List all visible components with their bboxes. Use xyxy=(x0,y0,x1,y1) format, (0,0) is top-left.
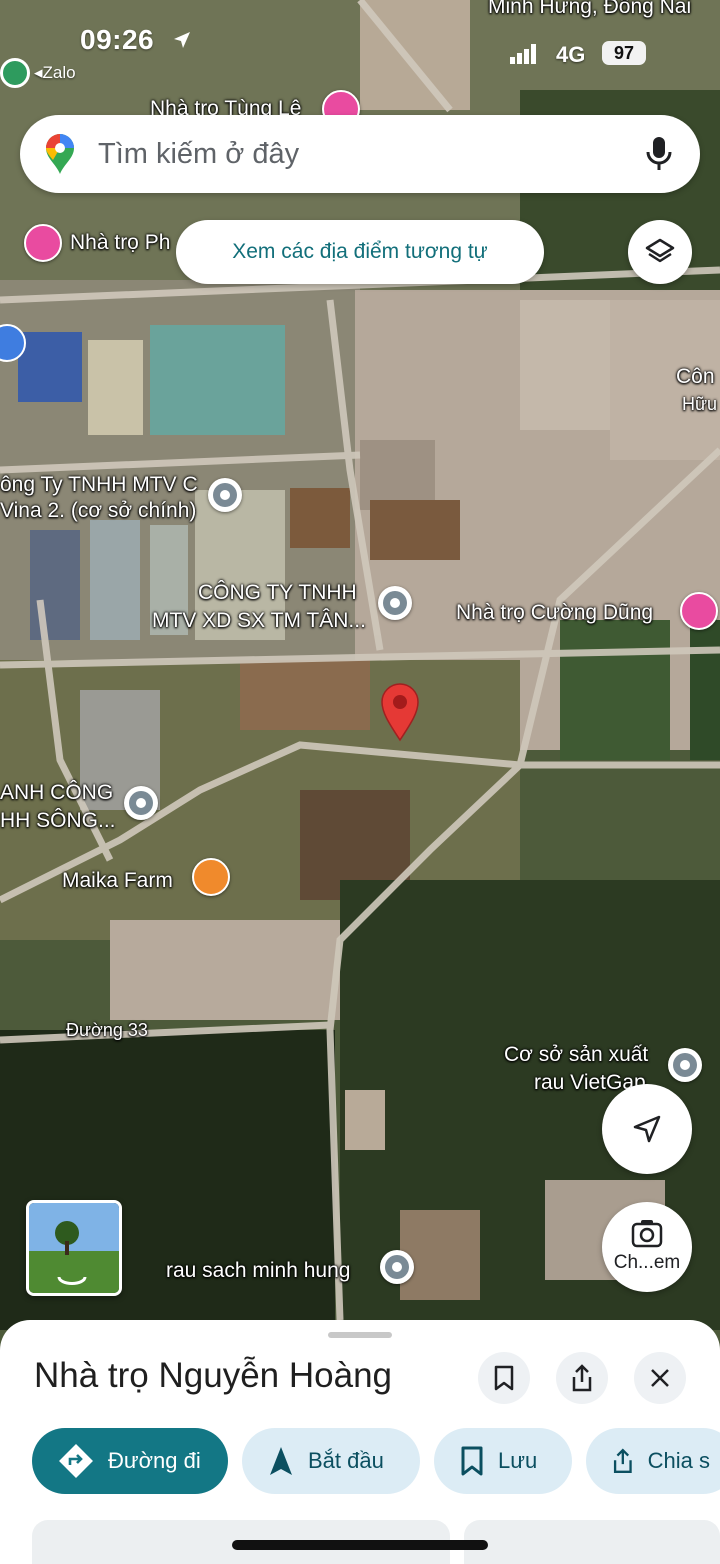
share-label: Chia s xyxy=(647,1448,710,1473)
directions-icon xyxy=(59,1444,93,1478)
back-app-label: Zalo xyxy=(42,63,76,82)
map-label-company-tan-line2[interactable]: MTV XD SX TM TÂN... xyxy=(152,608,366,633)
save-button[interactable]: Lưu xyxy=(434,1428,572,1494)
place-bottom-sheet[interactable]: Nhà trọ Nguyễn Hoàng Đường đi Bắt đầu Lư… xyxy=(0,1320,720,1564)
similar-places-chip[interactable]: Xem các địa điểm tương tự xyxy=(176,220,544,284)
lens-button-label: Ch...em xyxy=(613,1252,681,1273)
map-label-company-tan-line1[interactable]: CÔNG TY TNHH xyxy=(198,580,357,605)
place-pin-icon[interactable] xyxy=(380,1250,414,1284)
my-location-button[interactable] xyxy=(602,1084,692,1174)
map-label-road-33: Đường 33 xyxy=(66,1020,148,1040)
share-button[interactable] xyxy=(556,1352,608,1404)
signal-icon xyxy=(510,44,536,64)
bookmark-icon xyxy=(494,1365,514,1391)
map-label-region: Minh Hưng, Đồng Nai xyxy=(488,0,692,18)
map-label-maika-farm[interactable]: Maika Farm xyxy=(62,868,173,893)
directions-label: Đường đi xyxy=(108,1448,201,1473)
company-pin-icon[interactable] xyxy=(124,786,158,820)
close-button[interactable] xyxy=(634,1352,686,1404)
location-arrow-icon xyxy=(174,32,190,48)
layers-button[interactable] xyxy=(628,220,692,284)
status-time: 09:26 xyxy=(80,24,155,55)
back-to-app[interactable]: ◂ Zalo xyxy=(0,58,76,88)
action-row: Đường đi Bắt đầu Lưu Chia s xyxy=(32,1428,720,1494)
sheet-drag-handle[interactable] xyxy=(328,1332,392,1338)
app-back-icon xyxy=(0,58,30,88)
map-label-anh-cong-line1[interactable]: ANH CÔNG xyxy=(0,780,113,805)
home-indicator[interactable] xyxy=(232,1540,488,1550)
start-label: Bắt đầu xyxy=(308,1448,384,1473)
map-label-company-c-line2[interactable]: Vina 2. (cơ sở chính) xyxy=(0,498,196,523)
save-label: Lưu xyxy=(498,1448,538,1473)
street-view-thumbnail[interactable] xyxy=(26,1200,122,1296)
bookmark-icon xyxy=(461,1446,483,1476)
place-pin-icon[interactable] xyxy=(668,1048,702,1082)
share-icon xyxy=(613,1448,632,1473)
lodging-pin-icon[interactable] xyxy=(680,592,718,630)
street-view-photo xyxy=(29,1203,119,1293)
battery-level: 97 xyxy=(602,41,646,65)
map-label-vietgap-line1[interactable]: Cơ sở sản xuất xyxy=(504,1042,648,1067)
camera-lens-icon xyxy=(631,1220,663,1248)
share-icon xyxy=(572,1364,592,1392)
layers-icon xyxy=(645,238,675,263)
company-pin-icon[interactable] xyxy=(378,586,412,620)
navigation-start-icon xyxy=(270,1447,292,1475)
directions-button[interactable]: Đường đi xyxy=(32,1428,228,1494)
bookmark-button[interactable] xyxy=(478,1352,530,1404)
lodging-pin-icon[interactable] xyxy=(24,224,62,262)
place-title: Nhà trọ Nguyễn Hoàng xyxy=(34,1356,392,1395)
mic-icon[interactable] xyxy=(644,137,674,171)
back-arrow-icon: ◂ xyxy=(34,63,43,82)
search-input[interactable]: Tìm kiếm ở đây xyxy=(98,138,644,171)
lens-button[interactable]: Ch...em xyxy=(602,1202,692,1292)
google-maps-logo-icon xyxy=(46,134,74,174)
company-pin-icon[interactable] xyxy=(208,478,242,512)
cafe-pin-icon[interactable] xyxy=(192,858,230,896)
share-action-button[interactable]: Chia s xyxy=(586,1428,720,1494)
map-label-company-c-line1[interactable]: ông Ty TNHH MTV C xyxy=(0,472,198,497)
map-label-anh-cong-line2[interactable]: HH SÔNG... xyxy=(0,808,116,833)
close-icon xyxy=(651,1369,669,1387)
navigation-arrow-icon xyxy=(633,1115,661,1143)
map-label-nha-tro-cuong-dung[interactable]: Nhà trọ Cường Dũng xyxy=(456,600,653,625)
map-label-nha-tro-ph[interactable]: Nhà trọ Ph xyxy=(70,230,170,255)
start-button[interactable]: Bắt đầu xyxy=(242,1428,420,1494)
search-bar[interactable]: Tìm kiếm ở đây xyxy=(20,115,700,193)
photo-card[interactable] xyxy=(464,1520,720,1564)
network-type: 4G xyxy=(556,42,586,67)
map-label-rau-sach[interactable]: rau sach minh hung xyxy=(166,1258,350,1283)
map-label-cong-right-1[interactable]: Côn xyxy=(676,364,715,389)
map-label-cong-right-2[interactable]: Hữu xyxy=(682,394,717,416)
